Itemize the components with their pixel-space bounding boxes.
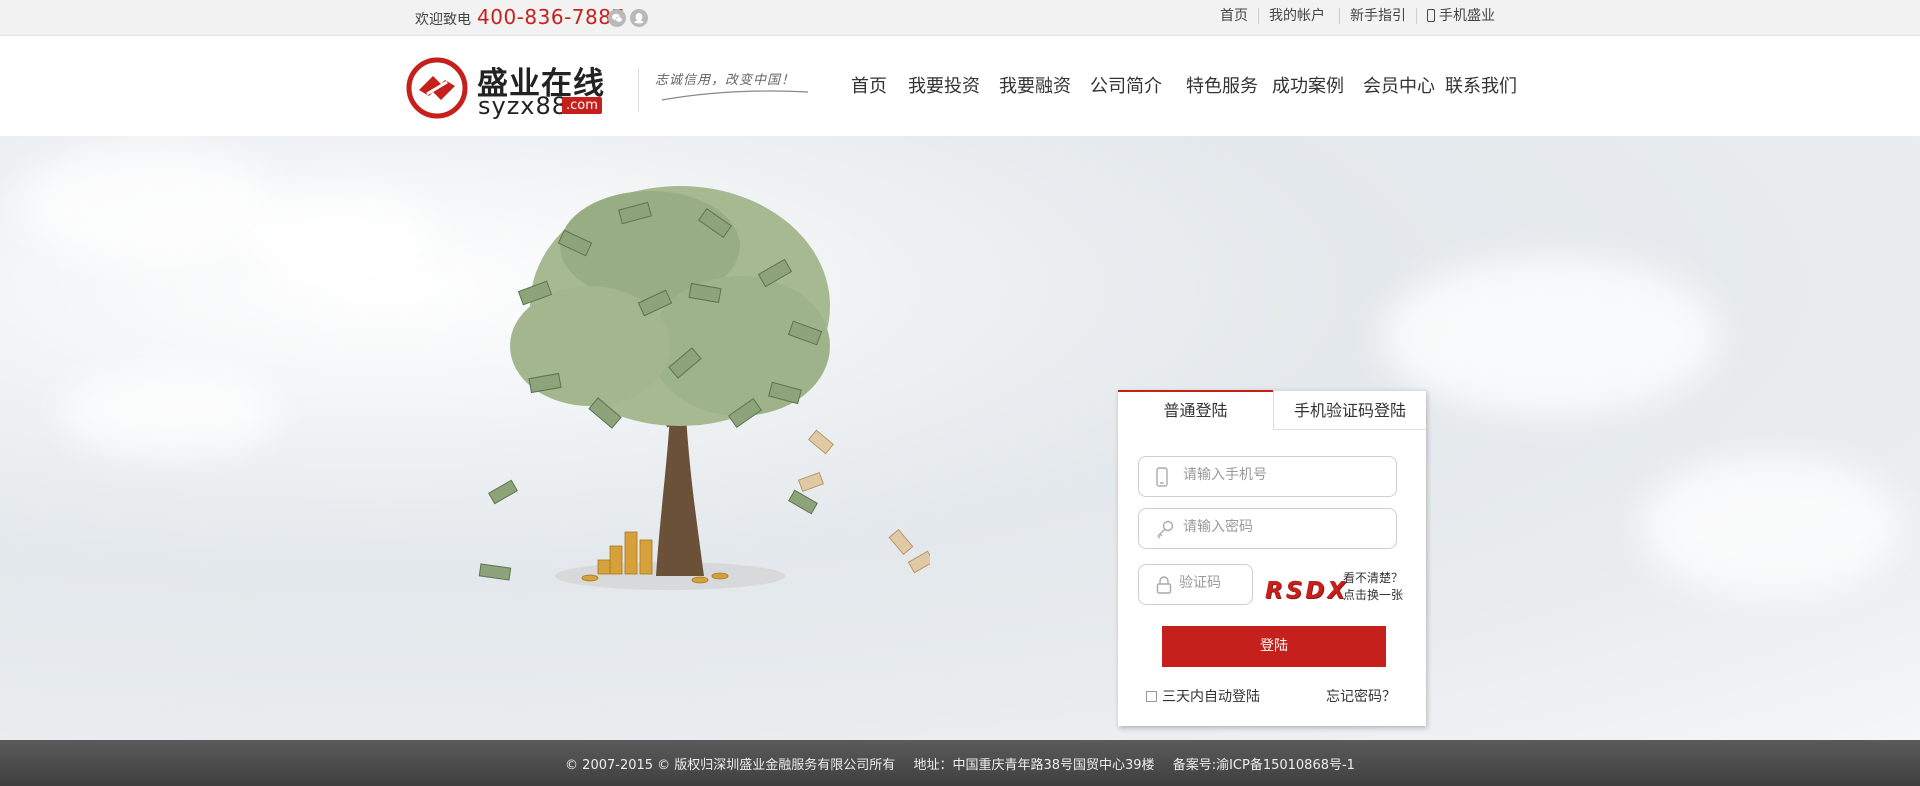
top-links: 首页 我的帐户 新手指引 手机盛业	[1210, 8, 1505, 24]
key-icon	[1157, 520, 1174, 539]
nav-invest[interactable]: 我要投资	[908, 72, 980, 98]
top-link-home[interactable]: 首页	[1210, 8, 1258, 24]
nav-financing[interactable]: 我要融资	[999, 72, 1071, 98]
cloud	[1640, 456, 1900, 596]
captcha-field[interactable]	[1138, 564, 1253, 605]
hotline-number: 400-836-7887	[477, 5, 625, 29]
site-header: 盛业在线 syzx88 .com 志诚信用，改变中国！ 首页 我要投资 我要融资…	[0, 36, 1920, 136]
footer-icp: 备案号:渝ICP备15010868号-1	[1172, 758, 1355, 773]
forgot-password-link[interactable]: 忘记密码？	[1326, 686, 1396, 706]
phone-field[interactable]	[1138, 456, 1397, 497]
password-field[interactable]	[1138, 508, 1397, 549]
password-input[interactable]	[1183, 519, 1383, 535]
nav-contact[interactable]: 联系我们	[1445, 72, 1517, 98]
top-link-mobile-label: 手机盛业	[1439, 8, 1495, 24]
hero-banner: 普通登陆 手机验证码登陆 RSDX 看不清楚？	[0, 136, 1920, 740]
login-panel: 普通登陆 手机验证码登陆 RSDX 看不清楚？	[1118, 390, 1426, 726]
welcome-text: 欢迎致电	[415, 12, 471, 28]
footer-copyright: © 2007-2015 © 版权归深圳盛业金融服务有限公司所有	[565, 758, 896, 773]
cloud	[60, 366, 280, 456]
refresh-line-1: 看不清楚？	[1343, 571, 1404, 585]
captcha-image[interactable]: RSDX	[1265, 578, 1345, 612]
qq-icon[interactable]	[630, 9, 648, 27]
lock-icon	[1156, 576, 1172, 594]
refresh-line-2: 点击换一张	[1343, 588, 1404, 602]
tab-sms-login[interactable]: 手机验证码登陆	[1273, 390, 1426, 430]
logo-com-badge: .com	[562, 97, 602, 114]
cloud	[240, 186, 440, 286]
refresh-captcha-link[interactable]: 看不清楚？ 点击换一张	[1343, 570, 1403, 604]
mobile-phone-icon	[1427, 9, 1435, 22]
wechat-icon[interactable]	[608, 9, 626, 27]
nav-cases[interactable]: 成功案例	[1272, 72, 1344, 98]
tab-normal-login[interactable]: 普通登陆	[1118, 390, 1273, 430]
login-tabs: 普通登陆 手机验证码登陆	[1118, 390, 1426, 430]
remember-checkbox[interactable]	[1146, 690, 1157, 702]
main-nav: 首页 我要投资 我要融资 公司简介 特色服务 成功案例 会员中心 联系我们	[851, 72, 1517, 98]
top-bar: 欢迎致电 400-836-7887 首页 我的帐户 新手指引 手机盛业	[0, 0, 1920, 36]
top-link-beginner-guide[interactable]: 新手指引	[1339, 8, 1416, 24]
nav-member[interactable]: 会员中心	[1363, 72, 1435, 98]
cloud	[1380, 256, 1720, 416]
money-tree-illustration	[478, 186, 930, 590]
top-link-my-account[interactable]: 我的帐户	[1258, 8, 1335, 24]
login-button[interactable]: 登陆	[1162, 626, 1386, 667]
mobile-phone-icon	[1156, 467, 1168, 487]
nav-about[interactable]: 公司简介	[1090, 72, 1162, 98]
site-logo[interactable]: 盛业在线 syzx88 .com	[405, 56, 625, 120]
top-link-mobile[interactable]: 手机盛业	[1416, 8, 1505, 24]
slogan-swoosh	[661, 90, 809, 101]
nav-services[interactable]: 特色服务	[1186, 72, 1258, 98]
logo-emblem-icon	[406, 57, 468, 119]
remember-label: 三天内自动登陆	[1162, 689, 1260, 705]
phone-input[interactable]	[1183, 467, 1383, 483]
slogan: 志诚信用，改变中国！	[655, 73, 796, 88]
remember-me[interactable]: 三天内自动登陆	[1146, 686, 1260, 706]
header-divider	[638, 68, 639, 112]
cloud	[20, 146, 280, 266]
logo-domain: syzx88	[478, 92, 569, 120]
site-footer: © 2007-2015 © 版权归深圳盛业金融服务有限公司所有 地址：中国重庆青…	[0, 740, 1920, 786]
footer-address: 地址：中国重庆青年路38号国贸中心39楼	[913, 758, 1155, 773]
nav-home[interactable]: 首页	[851, 72, 887, 98]
captcha-input[interactable]	[1179, 575, 1239, 591]
